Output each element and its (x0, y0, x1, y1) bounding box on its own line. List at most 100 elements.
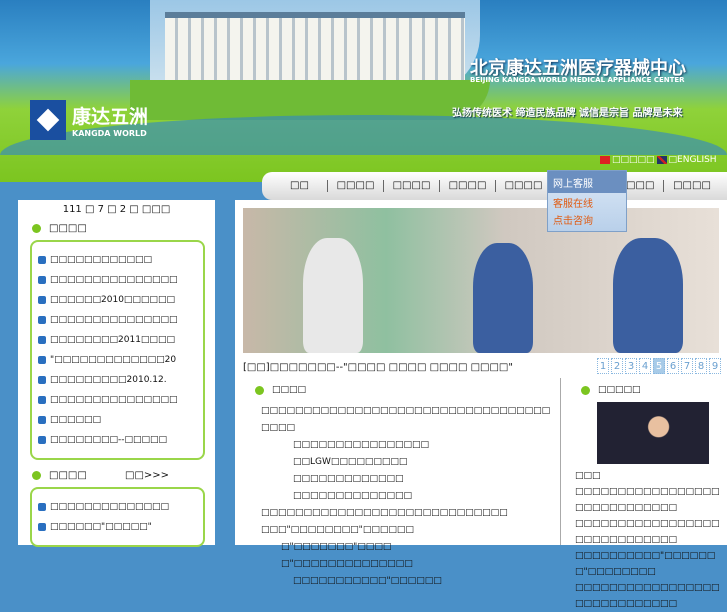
intro-title: □□□□ (272, 385, 307, 395)
list-item[interactable]: □□□□□□ (38, 410, 197, 430)
main-nav: □□ □□□□ □□□□ □□□□ □□□□ □□□□ □□□□ □□□□ (262, 172, 727, 200)
news-link[interactable]: □□□□□□□□□2010.12. (50, 375, 167, 385)
news-link[interactable]: □□□□□□2010□□□□□□ (50, 295, 175, 305)
left-sidebar: 111 □ 7 □ 2 □ □□□ □□□□ □□□□□□□□□□□□ □□□□… (18, 200, 215, 547)
bullet-dot-icon (32, 224, 41, 233)
news-title: □□□□ (49, 223, 87, 234)
news-link[interactable]: □□□□□□□□□□□□□□□ (50, 395, 178, 405)
list-item[interactable]: □□□□□□2010□□□□□□ (38, 290, 197, 310)
page-button[interactable]: 7 (681, 358, 693, 374)
page-button[interactable]: 1 (597, 358, 609, 374)
china-flag-icon (600, 156, 610, 164)
intro-text: □□□□□□□□□□□□□□□□□□□□□□□□□□□□□□□□□□□□□□ (261, 406, 551, 433)
arrow-icon (38, 316, 46, 324)
logo[interactable]: 康达五洲 KANGDA WORLD (30, 100, 148, 140)
intro-text: □□□□□□□□□□□□□ (293, 474, 404, 484)
building-image (165, 12, 465, 82)
slideshow-photo[interactable] (243, 208, 719, 353)
arrow-icon (38, 416, 46, 424)
leader-title: □□□□□ (598, 385, 641, 395)
intro-text: □"□□□□□□□□□□□□□□ (281, 559, 413, 569)
nav-item[interactable]: □□ (272, 180, 328, 192)
intro-section: □□□□ □□□□□□□□□□□□□□□□□□□□□□□□□□□□□□□□□□□… (255, 382, 555, 590)
slideshow-pager: 1 2 3 4 5 6 7 8 9 (597, 358, 721, 374)
person-figure (473, 243, 533, 353)
intro-text: □□□□□□□□□□□□□□□□ (293, 440, 430, 450)
arrow-icon (38, 376, 46, 384)
list-item[interactable]: □□□□□□□□□□□□□□□ (38, 390, 197, 410)
service-online-link[interactable]: 客服在线 (548, 193, 626, 210)
page-button[interactable]: 3 (625, 358, 637, 374)
news-link[interactable]: □□□□□□□□□□□□□□□ (50, 315, 178, 325)
news-link[interactable]: □□□□□□□□□□□□ (50, 255, 152, 265)
bullet-dot-icon (255, 386, 264, 395)
slogan: 弘扬传统医术 缔造民族品牌 诚信是宗旨 品牌是未来 (452, 108, 683, 119)
slideshow-caption[interactable]: [□□]□□□□□□□--"□□□□ □□□□ □□□□ □□□□" (243, 362, 583, 373)
list-item[interactable]: □□□□□□"□□□□□" (38, 517, 197, 537)
news-list: □□□□□□□□□□□□ □□□□□□□□□□□□□□□ □□□□□□2010□… (30, 240, 205, 460)
arrow-icon (38, 296, 46, 304)
online-service-title: 网上客服 (548, 171, 626, 193)
page-button[interactable]: 9 (709, 358, 721, 374)
main-content: [□□]□□□□□□□--"□□□□ □□□□ □□□□ □□□□" 1 2 3… (235, 200, 727, 609)
page-button[interactable]: 2 (611, 358, 623, 374)
leader-name: □□□ (575, 471, 601, 481)
news-link[interactable]: □□□□□□ (50, 415, 101, 425)
news-link[interactable]: □□□□□□□□2011□□□□ (50, 335, 175, 345)
leader-section: □□□□□ □□□ □□□□□□□□□□□□□□□□□□□□□□□□□□□□□ … (575, 382, 725, 612)
banner-lawn (130, 80, 490, 120)
arrow-icon (38, 523, 46, 531)
more-link[interactable]: □□>>> (125, 470, 169, 481)
leader-text: □□□□□□□□□□"□□□□□□□"□□□□□□□□ (575, 551, 716, 577)
nav-item[interactable]: □□□□ (496, 180, 552, 192)
page-button-active[interactable]: 5 (653, 358, 665, 374)
news-link[interactable]: □□□□□□□□--□□□□□ (50, 435, 167, 445)
uk-flag-icon (656, 156, 667, 164)
bullet-dot-icon (32, 471, 41, 480)
section2-list: □□□□□□□□□□□□□□ □□□□□□"□□□□□" (30, 487, 205, 547)
lang-english-link[interactable]: □ENGLISH (669, 155, 717, 165)
arrow-icon (38, 396, 46, 404)
list-item[interactable]: □□□□□□□□2011□□□□ (38, 330, 197, 350)
intro-text: □□□□□□□□□□□□□□ (293, 491, 413, 501)
leader-text: □□□□□□□□□□□□□□□□□□□□□□□□□□□□□ (575, 519, 720, 545)
leader-photo (597, 402, 709, 464)
arrow-icon (38, 256, 46, 264)
list-item[interactable]: □□□□□□□□□□□□□□ (38, 497, 197, 517)
nav-item[interactable]: □□□□ (384, 180, 440, 192)
logo-text: 康达五洲 (72, 106, 149, 128)
date-display: 111 □ 7 □ 2 □ □□□ (62, 204, 171, 215)
news-link[interactable]: □□□□□□□□□□□□□□□ (50, 275, 178, 285)
list-item[interactable]: □□□□□□□□□□□□ (38, 250, 197, 270)
page-button[interactable]: 8 (695, 358, 707, 374)
page-button[interactable]: 4 (639, 358, 651, 374)
arrow-icon (38, 336, 46, 344)
nav-item[interactable]: □□□□ (328, 180, 384, 192)
logo-mark-icon (30, 100, 66, 140)
list-item[interactable]: "□□□□□□□□□□□□□20 (38, 350, 197, 370)
arrow-icon (38, 436, 46, 444)
online-service-widget[interactable]: 网上客服 客服在线 点击咨询 (547, 170, 627, 232)
intro-text: □□□□□□□□□□□"□□□□□□ (293, 576, 442, 586)
nav-item[interactable]: □□□□ (664, 180, 720, 192)
leader-text: □□□□□□□□□□□□□□□□□□□□□□□□□□□□□ (575, 583, 720, 609)
intro-text: □□LGW□□□□□□□□□ (293, 457, 408, 467)
page-button[interactable]: 6 (667, 358, 679, 374)
site-title-en: BEIJING KANGDA WORLD MEDICAL APPLIANCE C… (470, 76, 685, 84)
divider (560, 378, 561, 545)
consult-link[interactable]: 点击咨询 (548, 210, 626, 227)
list-item[interactable]: □□□□□□□□□2010.12. (38, 370, 197, 390)
section2-title: □□□□ (49, 470, 87, 481)
news-link[interactable]: □□□□□□"□□□□□" (50, 522, 152, 532)
arrow-icon (38, 276, 46, 284)
lang-chinese-link[interactable]: □□□□□ (612, 155, 655, 165)
news-link[interactable]: □□□□□□□□□□□□□□ (50, 502, 169, 512)
list-item[interactable]: □□□□□□□□□□□□□□□ (38, 270, 197, 290)
arrow-icon (38, 356, 46, 364)
list-item[interactable]: □□□□□□□□--□□□□□ (38, 430, 197, 450)
person-figure (303, 238, 363, 353)
news-link[interactable]: "□□□□□□□□□□□□□20 (50, 355, 176, 365)
intro-text: □□□"□□□□□□□□"□□□□□□ (261, 525, 414, 535)
list-item[interactable]: □□□□□□□□□□□□□□□ (38, 310, 197, 330)
nav-item[interactable]: □□□□ (440, 180, 496, 192)
